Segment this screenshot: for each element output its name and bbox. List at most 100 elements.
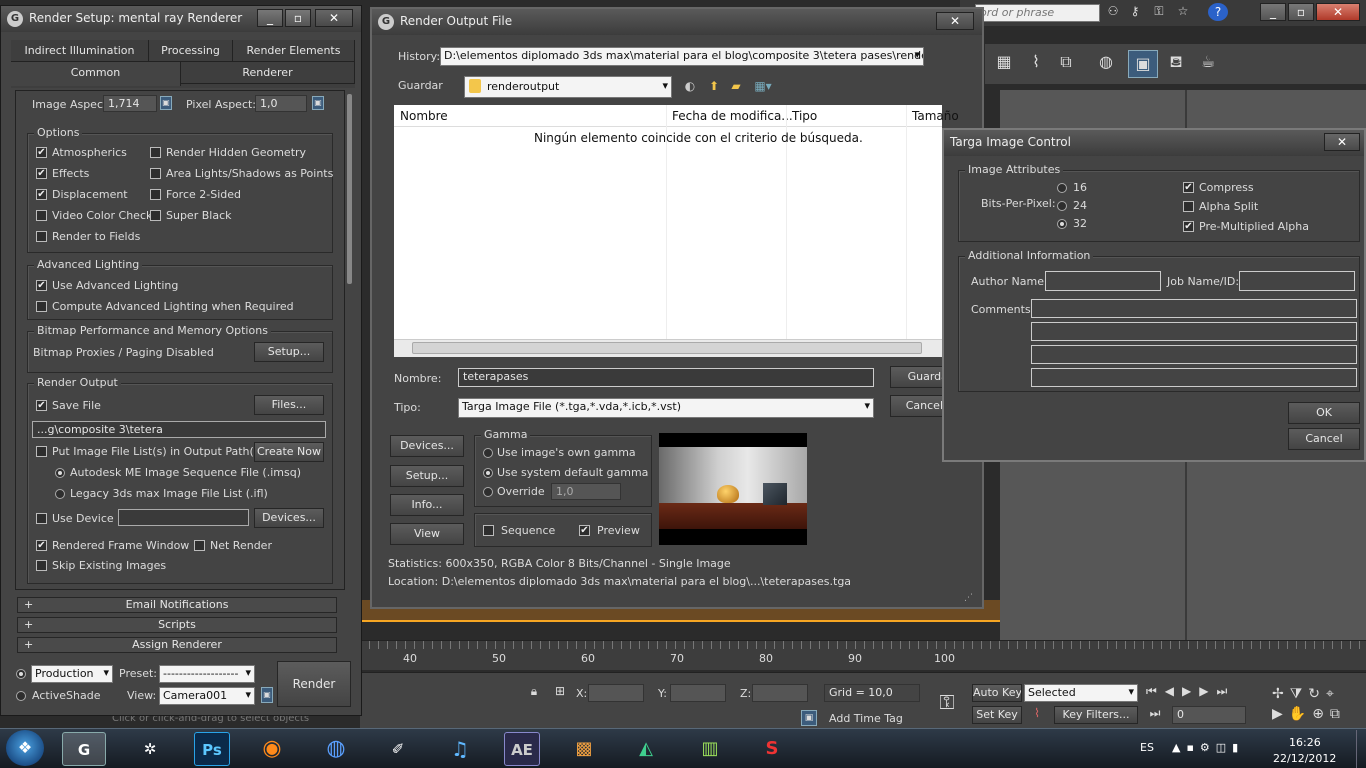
start-button[interactable]: ❖: [6, 730, 44, 766]
key-filters-button[interactable]: Key Filters...: [1054, 706, 1138, 724]
files-button[interactable]: Files...: [254, 395, 324, 415]
app-taskbar-icon[interactable]: S: [750, 732, 794, 766]
language-indicator[interactable]: ES: [1140, 741, 1154, 754]
binoculars-icon[interactable]: ⚇: [1104, 4, 1122, 18]
file-list[interactable]: Nombre Fecha de modifica... Tipo Tamaño …: [394, 105, 959, 357]
viewport-nav-controls[interactable]: ✢⧩↻⌖ ▶✋⊕⧉: [1272, 684, 1366, 724]
view-menu-icon[interactable]: ▦▾: [752, 79, 774, 93]
auto-key-button[interactable]: Auto Key: [972, 684, 1022, 702]
help-icon[interactable]: ?: [1208, 3, 1228, 21]
z-coordinate-field[interactable]: [752, 684, 808, 702]
rollout-email-notifications[interactable]: + Email Notifications: [17, 597, 337, 613]
tab-processing[interactable]: Processing: [149, 40, 233, 62]
new-folder-icon[interactable]: ▰: [728, 79, 744, 93]
browser-taskbar-icon[interactable]: ◍: [314, 732, 358, 766]
add-time-tag-icon[interactable]: ▣: [801, 710, 817, 726]
firefox-taskbar-icon[interactable]: ◉: [250, 732, 294, 766]
render-to-fields-checkbox[interactable]: [36, 231, 47, 242]
layer-icon[interactable]: ▦: [992, 52, 1016, 71]
photoshop-taskbar-icon[interactable]: Ps: [194, 732, 230, 766]
image-gamma-radio[interactable]: [483, 448, 493, 458]
use-device-checkbox[interactable]: [36, 513, 47, 524]
selection-set-dropdown[interactable]: Selected: [1024, 684, 1138, 702]
clock-time[interactable]: 16:26: [1289, 736, 1321, 749]
minimize-button[interactable]: _: [257, 9, 283, 27]
add-time-tag[interactable]: Add Time Tag: [829, 712, 903, 725]
image-aspect-field[interactable]: 1,714: [103, 95, 157, 112]
scroll-thumb[interactable]: [412, 342, 922, 354]
clock-date[interactable]: 22/12/2012: [1273, 752, 1336, 765]
rollout-scripts[interactable]: + Scripts: [17, 617, 337, 633]
render-button[interactable]: Render: [277, 661, 351, 707]
activeshade-radio[interactable]: [16, 691, 26, 701]
teapot-icon[interactable]: ☕: [1196, 52, 1220, 71]
device-field[interactable]: [118, 509, 249, 526]
preset-dropdown[interactable]: -------------------: [159, 665, 255, 683]
star-icon[interactable]: ☆: [1174, 4, 1192, 18]
use-advanced-lighting-checkbox[interactable]: ✔: [36, 280, 47, 291]
schematic-icon[interactable]: ⧉: [1054, 52, 1078, 72]
production-dropdown[interactable]: Production: [31, 665, 113, 683]
lock-aspect-icon[interactable]: ▣: [160, 96, 172, 110]
save-in-dropdown[interactable]: renderoutput: [464, 76, 672, 98]
app-taskbar-icon[interactable]: ✐: [376, 732, 420, 766]
rollout-assign-renderer[interactable]: + Assign Renderer: [17, 637, 337, 653]
view-dropdown[interactable]: Camera001: [159, 687, 255, 705]
app-taskbar-icon[interactable]: ◭: [624, 732, 668, 766]
cancel-button[interactable]: Cancel: [1288, 428, 1360, 450]
key-icon[interactable]: ⏭: [1146, 706, 1164, 721]
render-hidden-checkbox[interactable]: [150, 147, 161, 158]
create-now-button[interactable]: Create Now: [254, 442, 324, 462]
lock-icon[interactable]: 🔒︎: [527, 684, 541, 699]
info-button[interactable]: Info...: [390, 494, 464, 516]
tray-icons[interactable]: ▲▪⚙◫▮: [1172, 741, 1258, 754]
video-color-check-checkbox[interactable]: [36, 210, 47, 221]
column-tamano[interactable]: Tamaño: [912, 109, 959, 123]
show-desktop-button[interactable]: [1356, 730, 1366, 768]
help-search-input[interactable]: ord or phrase: [975, 4, 1100, 22]
close-button[interactable]: ✕: [1324, 133, 1360, 151]
comments-line-2[interactable]: [1031, 322, 1357, 341]
job-name-input[interactable]: [1239, 271, 1355, 291]
x-coordinate-field[interactable]: [588, 684, 644, 702]
curve-editor-icon[interactable]: ⌇: [1024, 52, 1048, 71]
view-button[interactable]: View: [390, 523, 464, 545]
column-nombre[interactable]: Nombre: [400, 109, 448, 123]
comments-line-3[interactable]: [1031, 345, 1357, 364]
pixel-aspect-field[interactable]: 1,0: [255, 95, 307, 112]
override-gamma-radio[interactable]: [483, 487, 493, 497]
key-icon[interactable]: ⚷: [1126, 4, 1144, 18]
net-render-checkbox[interactable]: [194, 540, 205, 551]
3dsmax-taskbar-icon[interactable]: G: [62, 732, 106, 766]
frame-field[interactable]: 0: [1172, 706, 1246, 724]
set-key-icon[interactable]: ⚿: [930, 690, 964, 714]
compute-advanced-checkbox[interactable]: [36, 301, 47, 312]
tab-renderer[interactable]: Renderer: [181, 62, 355, 84]
preview-checkbox[interactable]: ✔: [579, 525, 590, 536]
rendered-frame-window-checkbox[interactable]: ✔: [36, 540, 47, 551]
lock-pixel-aspect-icon[interactable]: ▣: [312, 96, 324, 110]
bpp-24-radio[interactable]: [1057, 201, 1067, 211]
targa-titlebar[interactable]: Targa Image Control: [944, 130, 1364, 156]
history-dropdown[interactable]: D:\elementos diplomado 3ds max\material …: [440, 47, 924, 66]
compress-checkbox[interactable]: ✔: [1183, 182, 1194, 193]
render-setup-icon[interactable]: ▣: [1128, 50, 1158, 78]
maximize-button[interactable]: ▫: [285, 9, 311, 27]
up-folder-icon[interactable]: ⬆: [706, 79, 722, 93]
output-path-field[interactable]: ...g\composite 3\tetera: [32, 421, 326, 438]
displacement-checkbox[interactable]: ✔: [36, 189, 47, 200]
max-minimize-button[interactable]: _: [1260, 3, 1286, 21]
close-button[interactable]: ✕: [936, 12, 974, 30]
panel-scrollbar[interactable]: [347, 94, 352, 284]
devices-button[interactable]: Devices...: [390, 435, 464, 457]
autodesk-seq-radio[interactable]: [55, 468, 65, 478]
rendered-frame-icon[interactable]: ⛾: [1164, 52, 1188, 73]
put-image-list-checkbox[interactable]: [36, 446, 47, 457]
column-tipo[interactable]: Tipo: [792, 109, 817, 123]
column-fecha[interactable]: Fecha de modifica...: [672, 109, 793, 123]
max-close-button[interactable]: ✕: [1316, 3, 1360, 21]
close-button[interactable]: ✕: [315, 9, 353, 27]
bpp-32-radio[interactable]: [1057, 219, 1067, 229]
use-device-button[interactable]: Devices...: [254, 508, 324, 528]
app-taskbar-icon[interactable]: ▩: [562, 732, 606, 766]
